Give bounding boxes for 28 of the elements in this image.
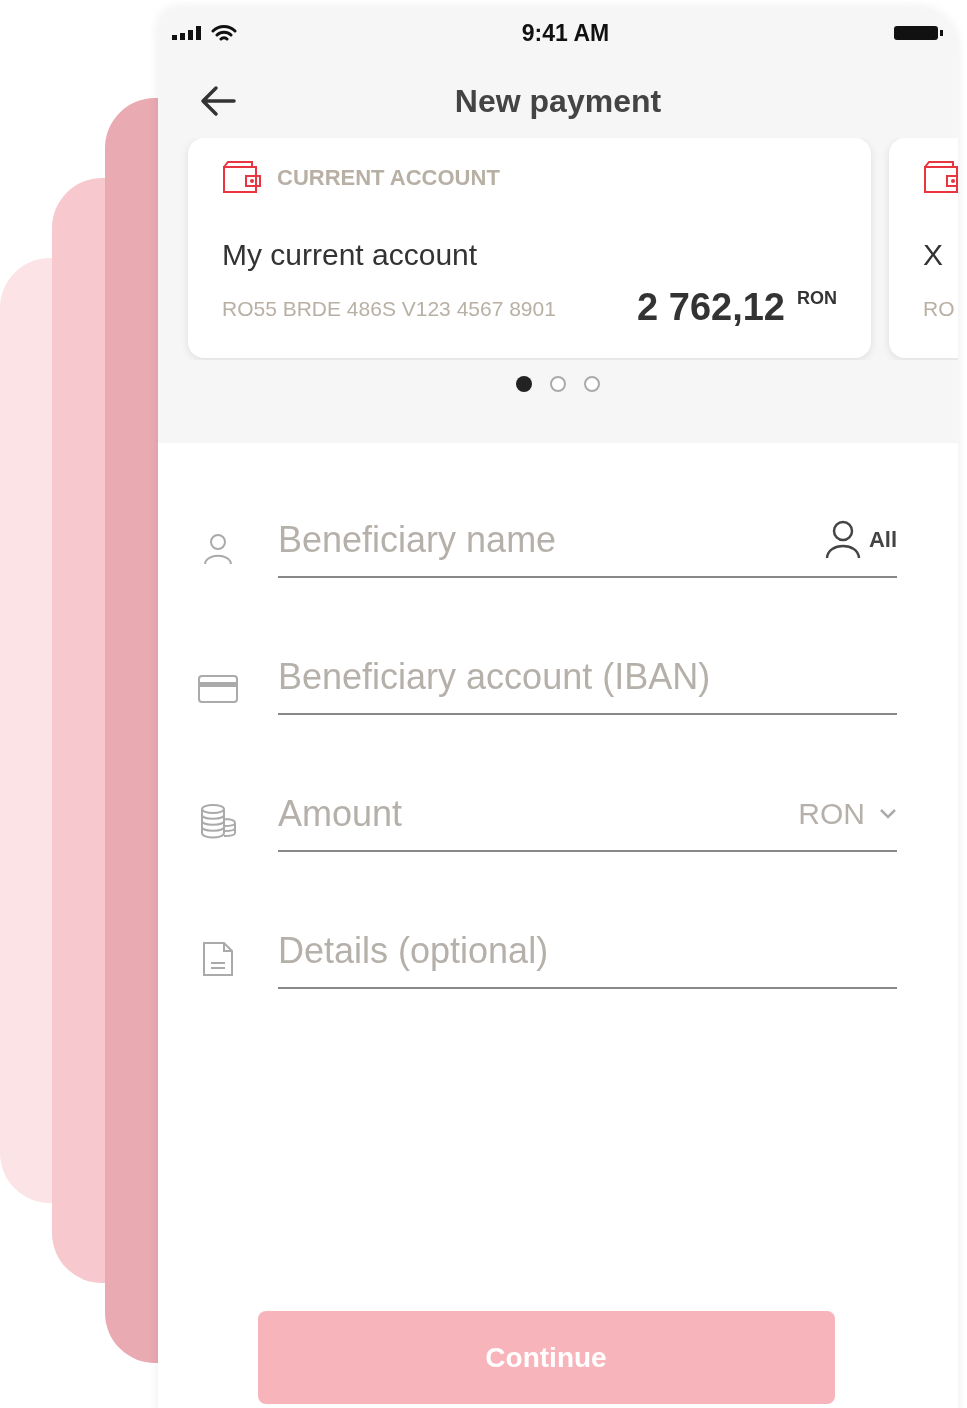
account-card[interactable]: X RO bbox=[889, 138, 958, 358]
wifi-icon bbox=[211, 23, 237, 43]
chevron-down-icon bbox=[879, 807, 897, 820]
input-field[interactable]: Details (optional) bbox=[278, 923, 897, 978]
card-icon bbox=[198, 675, 238, 703]
account-type: CURRENT ACCOUNT bbox=[277, 163, 500, 192]
battery-icon bbox=[894, 26, 944, 40]
input-field[interactable]: Beneficiary account (IBAN) bbox=[278, 649, 897, 704]
document-icon bbox=[202, 941, 234, 977]
wallet-icon bbox=[923, 160, 958, 194]
person-icon bbox=[203, 532, 233, 566]
wallet-icon bbox=[222, 160, 262, 194]
account-name: My current account bbox=[222, 237, 479, 273]
account-iban: RO bbox=[923, 296, 955, 322]
coins-icon bbox=[199, 802, 237, 840]
screen-title: New payment bbox=[454, 81, 662, 121]
currency-label: RON bbox=[797, 287, 837, 310]
account-name: X bbox=[923, 237, 944, 273]
input-field[interactable]: Beneficiary name bbox=[278, 512, 825, 567]
back-button[interactable] bbox=[198, 83, 238, 119]
account-iban: RO55 BRDE 486S V123 4567 8901 bbox=[222, 296, 556, 322]
input-field[interactable]: Amount bbox=[278, 786, 799, 841]
status-time: 9:41 AM bbox=[521, 18, 610, 48]
contacts-button[interactable]: All bbox=[824, 519, 897, 560]
account-card[interactable]: CURRENT ACCOUNT My current account RO55 BRDE 486S V123 4567 8901 2 762,12 RON bbox=[188, 138, 871, 358]
back-arrow-icon bbox=[200, 85, 236, 117]
account-balance: 2 762,12 bbox=[637, 285, 785, 330]
person-icon bbox=[824, 519, 861, 560]
